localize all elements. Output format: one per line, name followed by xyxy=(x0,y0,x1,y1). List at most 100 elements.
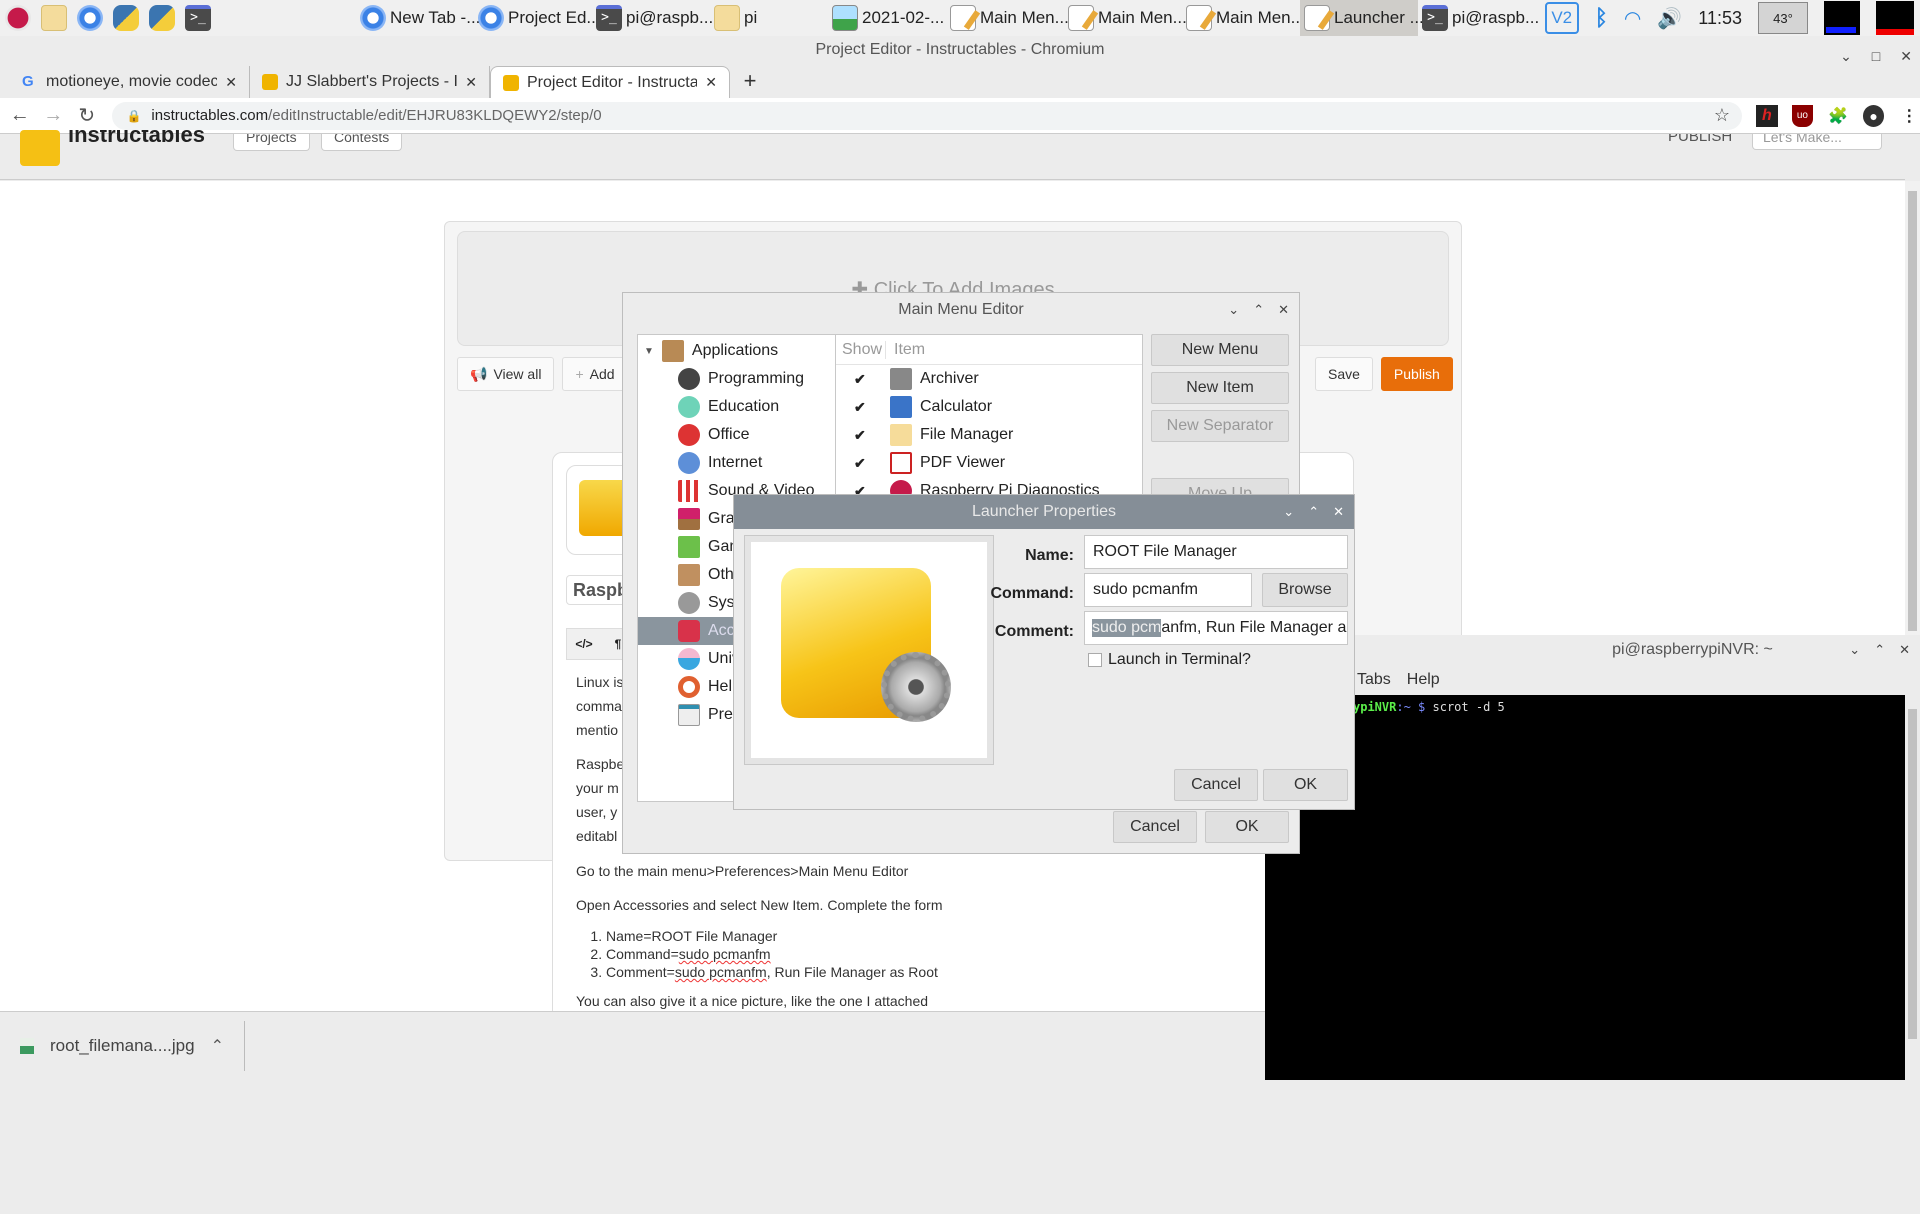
task-terminal[interactable]: >_ pi@raspb... xyxy=(592,0,713,36)
tree-item-programming[interactable]: Programming xyxy=(638,365,836,393)
file-manager-launcher[interactable] xyxy=(36,0,72,36)
comment-field[interactable]: sudo pcm anfm, Run File Manager a xyxy=(1084,611,1348,645)
clock[interactable]: 11:53 xyxy=(1698,8,1742,29)
task-launcher-properties[interactable]: Launcher ... xyxy=(1300,0,1424,36)
maximize-icon[interactable]: ⌃ xyxy=(1308,495,1319,529)
list-item-archiver[interactable]: ✔ Archiver xyxy=(836,365,1142,393)
task-new-tab[interactable]: New Tab -... xyxy=(356,0,480,36)
publish-link[interactable]: PUBLISH xyxy=(1668,134,1732,146)
show-checkbox[interactable]: ✔ xyxy=(854,400,868,414)
launcher-ok-button[interactable]: OK xyxy=(1263,769,1348,801)
main-menu-ok-button[interactable]: OK xyxy=(1205,811,1289,843)
maximize-icon[interactable]: ⌃ xyxy=(1253,293,1264,327)
add-button[interactable]: + Add xyxy=(562,357,628,391)
show-checkbox[interactable]: ✔ xyxy=(854,456,868,470)
main-menu-cancel-button[interactable]: Cancel xyxy=(1113,811,1197,843)
minimize-icon[interactable]: ⌄ xyxy=(1283,495,1294,529)
task-main-menu-editor-2[interactable]: Main Men... xyxy=(1064,0,1187,36)
hypothesis-extension-icon[interactable]: h xyxy=(1756,104,1778,127)
lock-icon: 🔒 xyxy=(126,108,142,123)
terminal-menu-help[interactable]: Help xyxy=(1407,671,1440,689)
list-item-pdf-viewer[interactable]: ✔ PDF Viewer xyxy=(836,449,1142,477)
box-icon xyxy=(678,564,700,586)
chromium-launcher[interactable] xyxy=(72,0,108,36)
close-icon[interactable]: ✕ xyxy=(1899,635,1910,665)
taskbar: >_ New Tab -... Project Ed... >_ pi@raspb… xyxy=(0,0,1920,36)
tree-item-education[interactable]: Education xyxy=(638,393,836,421)
browse-button[interactable]: Browse xyxy=(1262,573,1348,607)
terminal-launcher[interactable]: >_ xyxy=(180,0,216,36)
extensions-puzzle-icon[interactable]: 🧩 xyxy=(1827,105,1849,127)
tab-close-icon[interactable]: ✕ xyxy=(705,74,717,91)
chevron-up-icon[interactable]: ⌃ xyxy=(211,1036,224,1056)
volume-icon[interactable]: 🔊 xyxy=(1657,6,1682,31)
download-item[interactable]: root_filemana....jpg ⌃ xyxy=(20,1021,245,1071)
tab-close-icon[interactable]: ✕ xyxy=(465,74,477,91)
maximize-icon[interactable]: ⌃ xyxy=(1874,635,1885,665)
close-icon[interactable]: ✕ xyxy=(1278,293,1289,327)
search-input[interactable]: Let's Make... xyxy=(1752,134,1882,150)
task-main-menu-editor[interactable]: Main Men... xyxy=(946,0,1069,36)
url-input[interactable]: 🔒 instructables.com/editInstructable/edi… xyxy=(112,101,1743,130)
close-icon[interactable]: ✕ xyxy=(1333,495,1344,529)
save-button[interactable]: Save xyxy=(1315,357,1373,391)
task-main-menu-editor-3[interactable]: Main Men... xyxy=(1182,0,1305,36)
bluetooth-icon[interactable]: ᛒ xyxy=(1595,5,1608,31)
python-launcher-2[interactable] xyxy=(144,0,180,36)
expand-arrow-icon[interactable]: ▼ xyxy=(644,346,654,357)
new-tab-button[interactable]: + xyxy=(730,66,770,98)
scrollbar-thumb[interactable] xyxy=(1908,191,1917,631)
instructables-logo[interactable]: instructables xyxy=(20,130,210,172)
terminal-menu-tabs[interactable]: Tabs xyxy=(1357,671,1391,689)
checkbox[interactable] xyxy=(1088,653,1102,667)
nav-projects[interactable]: Projects xyxy=(233,134,310,151)
tab-project-editor[interactable]: Project Editor - Instructab ✕ xyxy=(490,66,730,98)
view-all-button[interactable]: 📢 View all xyxy=(457,357,555,391)
column-header-show[interactable]: Show xyxy=(836,340,886,359)
bookmark-star-icon[interactable]: ☆ xyxy=(1714,105,1730,126)
wifi-icon[interactable]: ◠ xyxy=(1624,6,1641,31)
tree-item-internet[interactable]: Internet xyxy=(638,449,836,477)
tree-item-office[interactable]: Office xyxy=(638,421,836,449)
show-checkbox[interactable]: ✔ xyxy=(854,372,868,386)
ublock-origin-icon[interactable]: uo xyxy=(1791,104,1814,127)
show-checkbox[interactable]: ✔ xyxy=(854,428,868,442)
task-image-viewer[interactable]: 2021-02-... xyxy=(828,0,946,36)
new-menu-button[interactable]: New Menu xyxy=(1151,334,1289,366)
terminal-window: pi@raspberrypiNVR: ~ ⌄ ⌃ ✕ Tabs Help ypiNV… xyxy=(1265,635,1920,1080)
new-item-button[interactable]: New Item xyxy=(1151,372,1289,404)
publish-button[interactable]: Publish xyxy=(1380,357,1453,391)
terminal-output[interactable]: ypiNVR:~ $ scrot -d 5 xyxy=(1265,695,1905,1080)
task-terminal-2[interactable]: >_ pi@raspb... xyxy=(1418,0,1539,36)
minimize-icon[interactable]: ⌄ xyxy=(1228,293,1239,327)
plus-icon: + xyxy=(575,366,584,382)
column-header-item[interactable]: Item xyxy=(886,341,925,359)
list-item-file-manager[interactable]: ✔ File Manager xyxy=(836,421,1142,449)
reload-icon[interactable]: ↻ xyxy=(73,103,100,128)
forward-icon[interactable]: → xyxy=(39,104,66,127)
tab-motioneye[interactable]: Gmotioneye, movie codec ✕ xyxy=(10,66,250,98)
launcher-cancel-button[interactable]: Cancel xyxy=(1174,769,1258,801)
nav-contests[interactable]: Contests xyxy=(321,134,403,151)
raspberry-menu-button[interactable] xyxy=(0,0,36,36)
python-icon xyxy=(113,5,139,31)
vnc-icon[interactable]: V2 xyxy=(1544,2,1579,34)
profile-avatar-icon[interactable]: ● xyxy=(1862,104,1885,127)
task-project-editor[interactable]: Project Ed... xyxy=(474,0,601,36)
python-launcher[interactable] xyxy=(108,0,144,36)
back-icon[interactable]: ← xyxy=(6,104,33,127)
tree-item-applications[interactable]: ▼ Applications xyxy=(638,337,836,365)
name-field[interactable]: ROOT File Manager xyxy=(1084,535,1348,569)
list-item-calculator[interactable]: ✔ Calculator xyxy=(836,393,1142,421)
command-label: Command: xyxy=(990,585,1074,602)
html-source-button[interactable]: </> xyxy=(567,637,601,651)
new-separator-button[interactable]: New Separator xyxy=(1151,410,1289,442)
minimize-icon[interactable]: ⌄ xyxy=(1849,635,1860,665)
terminal-scrollbar[interactable] xyxy=(1905,695,1920,1080)
tab-close-icon[interactable]: ✕ xyxy=(225,74,237,91)
task-folder-pi[interactable]: pi xyxy=(710,0,828,36)
chrome-menu-icon[interactable]: ⋮ xyxy=(1898,105,1920,127)
command-field[interactable]: sudo pcmanfm xyxy=(1084,573,1252,607)
launch-in-terminal-checkbox[interactable]: Launch in Terminal? xyxy=(1088,651,1251,669)
tab-jj-slabbert-projects[interactable]: JJ Slabbert's Projects - I ✕ xyxy=(250,66,490,98)
